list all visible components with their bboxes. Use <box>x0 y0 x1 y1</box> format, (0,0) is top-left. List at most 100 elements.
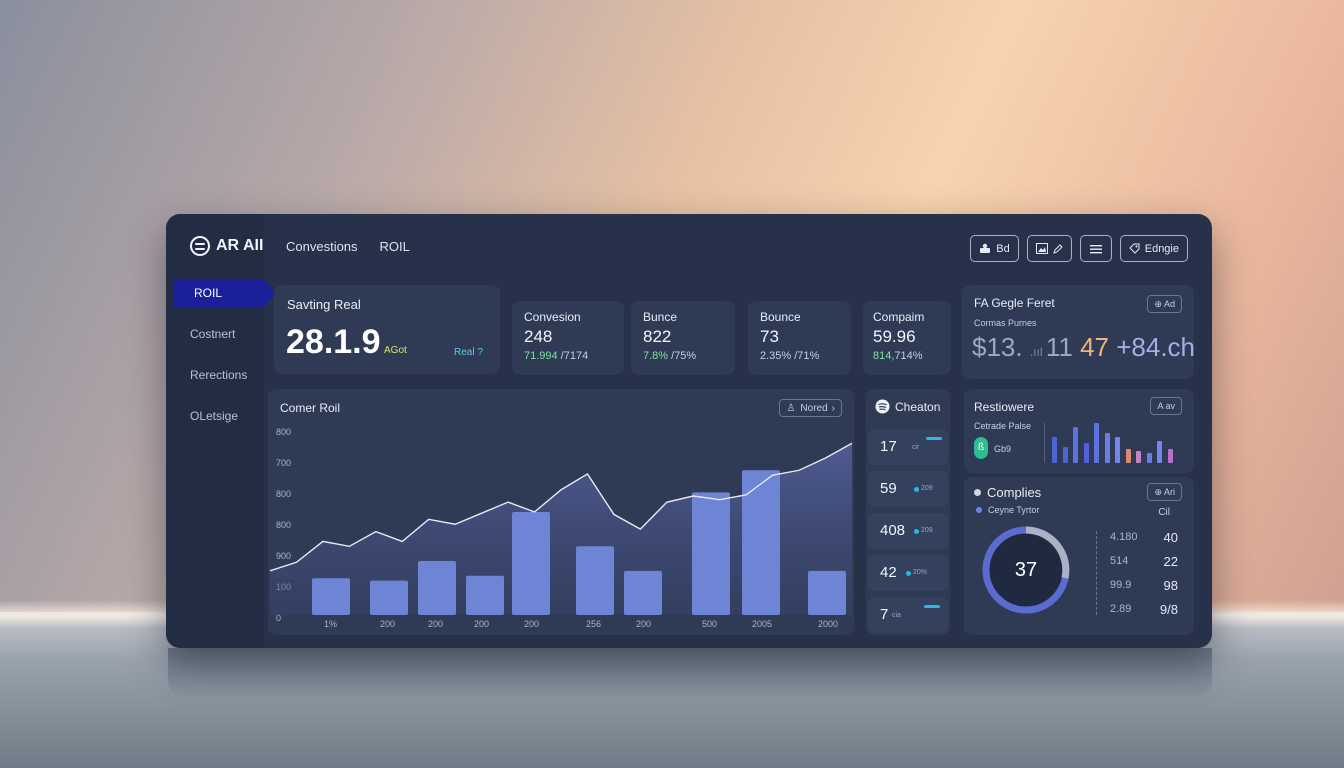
complies-guide <box>1096 531 1097 615</box>
resolver-bar <box>1115 437 1120 463</box>
x-tick-label: 500 <box>702 619 718 629</box>
cheaton-item-value: 17 <box>880 438 897 455</box>
complies-center-value: 37 <box>1014 559 1038 581</box>
edit-image-button[interactable] <box>1026 235 1072 262</box>
cheaton-item[interactable]: 17 cir <box>868 429 948 465</box>
image-icon <box>1035 243 1048 254</box>
sidebar-item-roil[interactable]: ROIL <box>174 279 276 307</box>
cheaton-title: Cheaton <box>895 399 941 414</box>
resolver-bar <box>1073 427 1078 463</box>
stat-label: Bounce <box>760 310 801 324</box>
settings-button[interactable]: Edngie <box>1119 235 1188 262</box>
resolver-bar <box>1125 449 1131 463</box>
complies-legend: Ceyne Tyrtor <box>976 505 1039 515</box>
complies-row-value: 22 <box>1163 554 1178 569</box>
x-tick-label: 200 <box>380 619 396 629</box>
resolver-chip[interactable]: A av <box>1150 397 1182 415</box>
chart-bar[interactable] <box>370 580 408 615</box>
cheaton-item[interactable]: 59 209 <box>868 471 948 507</box>
stat-sub: 7.8% /75% <box>643 350 697 362</box>
complies-row-value: 40 <box>1163 530 1178 545</box>
complies-title: Complies <box>987 485 1042 500</box>
resolver-bars <box>1052 419 1182 463</box>
complies-row-value: 98 <box>1163 578 1178 593</box>
brand-logo[interactable]: AR AII <box>190 236 263 256</box>
sidebar-item-rerections[interactable]: Rerections <box>166 361 264 389</box>
chart-bar[interactable] <box>312 578 350 615</box>
account-button[interactable]: Bd <box>970 235 1019 262</box>
sidebar-item-oletsige[interactable]: OLetsige <box>166 402 264 430</box>
cheaton-item[interactable]: 42 20% <box>868 555 948 591</box>
savings-card-title: Savting Real <box>287 297 361 312</box>
resolver-bar <box>1062 447 1068 463</box>
tag-icon <box>1129 243 1140 254</box>
complies-legend-label: Ceyne Tyrtor <box>988 505 1040 515</box>
promo-title: FA Gegle Feret <box>974 296 1055 310</box>
people-icon <box>980 243 991 253</box>
stat-card-bounce: Bounce 73 2.35% /71% <box>748 301 851 375</box>
chart-bar[interactable] <box>692 492 730 615</box>
stat-label: Compaim <box>873 310 925 324</box>
promo-values: $13. .ııl 11 47 +84.ch <box>972 332 1196 362</box>
cheaton-dot <box>914 529 919 534</box>
complies-row-label: 514 <box>1110 555 1129 567</box>
cheaton-item-tag: 20% <box>913 569 928 576</box>
stat-card-compaim: Compaim 59.96 814,714% <box>863 301 951 375</box>
account-button-label: Bd <box>996 242 1010 255</box>
chart-bar[interactable] <box>418 561 456 615</box>
pencil-icon <box>1052 243 1063 254</box>
dashboard-panel: AR AII ROIL Costnert Rerections OLetsige… <box>166 214 1212 648</box>
brand-icon <box>190 236 210 256</box>
x-tick-label: 200 <box>474 619 490 629</box>
savings-value: 28.1.9 <box>286 323 381 361</box>
complies-row-label: 99.9 <box>1110 579 1132 591</box>
x-tick-label: 200 <box>636 619 652 629</box>
cheaton-item-tag: cia <box>892 612 901 619</box>
resolver-bar <box>1104 433 1110 463</box>
cheaton-item[interactable]: 408 209 <box>868 513 948 549</box>
complies-row-label: 4.180 <box>1110 531 1138 543</box>
x-tick-label: 256 <box>586 619 602 629</box>
menu-button[interactable] <box>1079 235 1112 262</box>
stat-sub: 814,714% <box>873 350 923 362</box>
x-tick-label: 1% <box>324 619 338 629</box>
stat-label: Bunce <box>643 310 678 324</box>
stat-card-conversion: Convesion 248 71.994 /7174 <box>512 301 624 375</box>
stat-value: 59.96 <box>873 327 916 346</box>
sidebar-item-costnert[interactable]: Costnert <box>166 320 264 348</box>
chart-bar[interactable] <box>624 570 662 615</box>
resolver-bar <box>1157 441 1162 463</box>
complies-row-label: 2.89 <box>1110 603 1132 615</box>
savings-tag: AGot <box>384 345 407 356</box>
cheaton-header: Cheaton <box>875 399 940 414</box>
settings-button-label: Edngie <box>1144 242 1179 255</box>
chart-bar[interactable] <box>466 575 504 615</box>
stat-value: 73 <box>760 327 779 346</box>
x-tick-label: 2005 <box>752 619 773 629</box>
savings-link[interactable]: Real ? <box>454 347 483 358</box>
stat-label: Convesion <box>524 310 581 324</box>
promo-ad-chip[interactable]: ⊕ Ad <box>1147 295 1182 313</box>
stat-sub: 2.35% /71% <box>760 350 820 362</box>
tab-roil[interactable]: ROIL <box>380 239 410 254</box>
promo-sub: Cormas Purnes <box>974 318 1037 328</box>
chart-bar[interactable] <box>742 470 780 615</box>
chart-bar[interactable] <box>512 511 550 615</box>
top-nav: Convestions ROIL <box>286 239 410 254</box>
stat-value: 248 <box>524 327 553 346</box>
resolver-bar <box>1083 443 1089 463</box>
cheaton-item-tag: 209 <box>921 485 933 492</box>
chart-bar[interactable] <box>808 570 846 615</box>
tab-convestions[interactable]: Convestions <box>286 239 358 254</box>
chart-bar[interactable] <box>576 546 614 615</box>
resolver-bar <box>1094 423 1099 463</box>
spotify-like-icon <box>875 399 890 414</box>
resolver-bar <box>1167 449 1173 463</box>
resolver-title: Restiowere <box>974 400 1035 414</box>
resolver-badge-text: Gb9 <box>994 444 1012 454</box>
brand-name: AR AII <box>216 237 264 254</box>
resolver-badge: ß <box>974 437 988 459</box>
complies-chip[interactable]: ⊕ Ari <box>1147 483 1182 501</box>
cheaton-card: Cheaton 17 cir 59 209 408 209 42 20% 7 c… <box>866 389 950 635</box>
cheaton-item[interactable]: 7 cia <box>868 597 948 633</box>
